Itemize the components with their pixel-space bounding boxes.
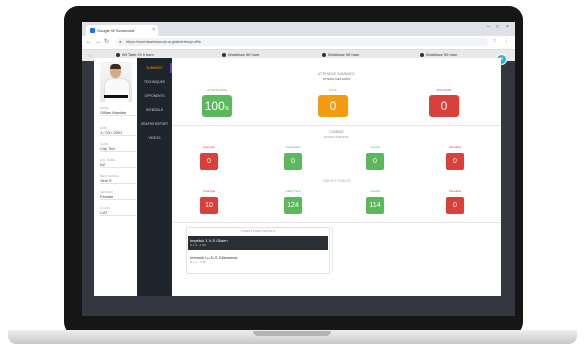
header-item-icon [322,53,326,57]
header-item-icon [116,53,120,57]
browser-tab[interactable]: Google W Scorecard × [86,25,158,36]
athlete-modal: NAME Gillian Maelaie DOB 1 / 03 / 2001 C… [94,58,501,296]
section-divider [172,222,501,223]
athlete-hair [110,64,121,69]
kpi-value: 100 [204,99,225,113]
browser-tab-bar: Google W Scorecard × – □ × [82,22,515,36]
stat-label: Attempts [203,145,215,149]
fight-score: S.L 3 - 4 (B) [190,243,207,247]
fight-row[interactable]: Imeanik Lu D-S Gilsonmac S.L 3 - 4 (B) [188,253,328,267]
sidenav-item-videos[interactable]: VIDEOS [137,135,172,141]
fights-title: LATEST FIGHT DETAILS [241,229,275,233]
profile-field-value: Female [100,194,114,199]
sidenav-item-graphs-report[interactable]: GRAPHS REPORT [137,121,172,127]
screen: Google W Scorecard × – □ × ← → ↻ ● https… [82,22,515,316]
section-divider [172,125,501,126]
address-bar-row: ← → ↻ ● https://worldtaekwondo.org/athle… [82,36,515,50]
window-close-icon[interactable]: × [506,24,509,30]
stat-box: 0 [284,153,302,170]
forward-icon[interactable]: → [95,39,101,46]
kpi-rate: 0 [318,95,348,117]
header-item-icon [420,53,424,57]
section-a-subtitle: EFFECTIVENESS [324,135,349,139]
url-field[interactable]: ● https://worldtaekwondo.org/athletes/pr… [116,38,488,46]
maximize-icon[interactable]: □ [496,24,499,30]
stat-label: Penalties [448,145,462,149]
kpi-value: 0 [440,99,448,113]
tab-favicon-icon [90,28,95,33]
profile-field-value: CAT [100,210,108,215]
stat-box: 10 [200,197,218,214]
latest-fights-panel: LATEST FIGHT DETAILS Impetuk 1 V-S Gilse… [186,227,330,274]
profile-field-value: NZ [100,162,106,167]
profile-field: CLUB City Tkd [100,142,136,152]
stat-box: 0 [200,153,218,170]
tab-close-icon[interactable]: × [152,25,155,36]
profile-field: DOB 1 / 03 / 2001 [100,126,136,136]
athlete-uniform [104,78,130,102]
profile-field: BELT GRADE Year 9 [100,174,136,184]
section-b-title: TARGET POINTS [322,179,351,183]
kpi-value: 0 [329,99,337,113]
profile-field-value: City Tkd [100,146,115,151]
laptop-notch [253,331,331,336]
back-icon[interactable]: ← [86,39,92,46]
summary-subtitle: ATTEND METHODS [322,77,351,81]
stat-label: Overall [370,189,380,193]
header-item[interactable]: Wt Taek Ol 9 hum [116,52,154,57]
kpi-label: RATE [329,88,337,92]
header-item-label: Workface 90 hum [328,52,360,57]
stat-box: 124 [284,197,302,214]
stat-label: Total Age [202,189,216,193]
kpi-label: WIN RATE [436,88,452,92]
stat-box: 0 [366,153,384,170]
sidenav-item-summary[interactable]: SUMMARY [137,65,172,71]
stat-label: Successful [285,145,301,149]
kpi-attendance: 100% [202,95,232,117]
header-item[interactable]: Workface 90 hum [322,52,359,57]
stat-box: 114 [366,197,384,214]
kpi-label: ATTENDANCE [206,88,228,92]
stat-box: 0 [446,153,464,170]
profile-field-value: 1 / 03 / 2001 [100,130,123,135]
header-item-label: Workface 90 hum [426,52,458,57]
summary-content: ATTENDEE SUMMARY ATTEND METHODS ATTENDAN… [172,58,501,296]
kpi-win-rate: 0 [429,95,459,117]
header-item[interactable]: Workface 90 hum [420,52,457,57]
reload-icon[interactable]: ↻ [104,39,109,46]
profile-field-value: Gillian Maelaie [100,110,127,115]
url-text: https://worldtaekwondo.org/athletes/prof… [126,39,201,44]
header-item-label: Wt Taek Ol 9 hum [122,52,154,57]
modal-sidenav: SUMMARY TECHNIQUES OPPONENTS SCHEDULE GR… [137,58,172,296]
profile-field: NAME Gillian Maelaie [100,106,136,116]
lock-icon: ● [119,39,122,44]
browser-menu-icon[interactable]: ⋮ [504,38,509,44]
athlete-photo [100,62,132,102]
athlete-belt [104,95,128,98]
sidenav-item-schedule[interactable]: SCHEDULE [137,107,172,113]
stat-label: Initial Tresh [285,189,301,193]
fight-row[interactable]: Impetuk 1 V-S Gilsen S.L 3 - 4 (B) [188,236,328,250]
tab-title: Google W Scorecard [97,28,135,33]
bookmark-star-icon[interactable]: ☆ [492,38,496,44]
kpi-suffix: % [224,106,230,112]
header-item[interactable]: Workface 90 hum [222,52,259,57]
stat-label: Penalties [448,189,462,193]
profile-panel: NAME Gillian Maelaie DOB 1 / 03 / 2001 C… [94,58,137,296]
profile-field-value: Year 9 [100,178,112,183]
sidenav-item-opponents[interactable]: OPPONENTS [137,93,172,99]
stat-box: 0 [446,197,464,214]
sidenav-item-techniques[interactable]: TECHNIQUES [137,79,172,85]
fight-score: S.L 3 - 4 (B) [190,260,207,264]
minimize-icon[interactable]: – [487,24,490,30]
profile-field: GENDER Female [100,190,136,200]
profile-field: CLASS CAT [100,206,136,216]
vertical-divider [332,227,333,272]
header-item-label: Workface 90 hum [228,52,260,57]
header-item-icon [222,53,226,57]
stat-label: Overall [370,145,380,149]
profile-field: FILL NAME NZ [100,158,136,168]
